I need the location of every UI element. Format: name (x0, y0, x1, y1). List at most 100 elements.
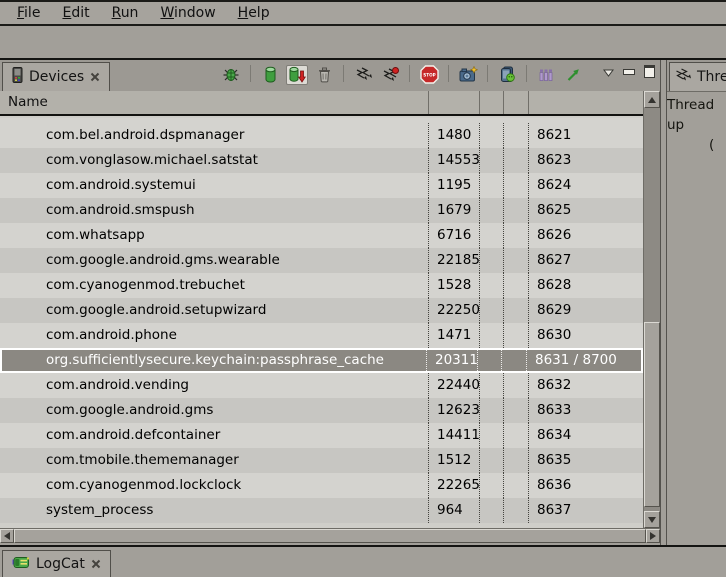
process-name: com.whatsapp (0, 223, 428, 248)
column-header-empty1[interactable] (479, 91, 503, 114)
table-row[interactable]: com.cyanogenmod.trebuchet15288628 (0, 273, 643, 298)
empty-cell (479, 123, 503, 148)
tab-devices[interactable]: Devices (2, 62, 110, 91)
table-row[interactable]: com.google.android.gms.wearable221858627 (0, 248, 643, 273)
logcat-bar: LogCat (0, 545, 726, 577)
vertical-scroll-track[interactable] (644, 108, 660, 511)
process-name: com.bel.android.dspmanager (0, 123, 428, 148)
update-heap-icon[interactable] (259, 65, 281, 85)
screen-capture-camera-icon[interactable] (457, 65, 479, 85)
process-pid: 1195 (428, 173, 479, 198)
empty-cell (479, 323, 503, 348)
process-pid: 6716 (428, 223, 479, 248)
table-row[interactable]: com.bel.android.dspmanager14808621 (0, 123, 643, 148)
empty-cell (503, 323, 528, 348)
menu-file[interactable]: File (6, 5, 51, 21)
empty-cell (503, 473, 528, 498)
toolbar-separator (448, 65, 449, 82)
scroll-right-button[interactable] (646, 529, 660, 543)
table-row[interactable]: com.android.phone14718630 (0, 323, 643, 348)
dump-hprof-icon[interactable] (286, 65, 308, 85)
empty-cell (503, 123, 528, 148)
vertical-scroll-thumb[interactable] (644, 322, 660, 507)
empty-cell (503, 373, 528, 398)
process-port: 8628 (528, 273, 643, 298)
empty-cell (479, 448, 503, 473)
empty-cell (477, 350, 501, 371)
minimize-icon[interactable] (623, 69, 635, 75)
scroll-up-button[interactable] (644, 91, 660, 108)
start-method-profiling-icon[interactable] (379, 65, 401, 85)
maximize-icon[interactable] (644, 65, 655, 78)
close-icon[interactable] (91, 559, 101, 569)
table-row[interactable]: com.android.systemui11958624 (0, 173, 643, 198)
menu-window[interactable]: Window (149, 5, 226, 21)
tab-logcat-label: LogCat (36, 556, 85, 572)
systrace-bars-icon[interactable] (535, 65, 557, 85)
menu-help[interactable]: Help (227, 5, 281, 21)
toolbar-separator (487, 65, 488, 82)
toolbar-separator (250, 65, 251, 82)
process-name: com.cyanogenmod.lockclock (0, 473, 428, 498)
view-window-controls (603, 62, 655, 87)
table-row[interactable]: com.android.defcontainer144118634 (0, 423, 643, 448)
empty-cell (503, 423, 528, 448)
device-phone-icon (12, 67, 23, 87)
close-icon[interactable] (90, 72, 100, 82)
threads-panel: Threa Thread up ( (667, 60, 726, 545)
table-row[interactable]: com.vonglasow.michael.satstat145538623 (0, 148, 643, 173)
process-port: 8636 (528, 473, 643, 498)
empty-cell (479, 198, 503, 223)
update-threads-icon[interactable] (352, 65, 374, 85)
table-row[interactable]: com.google.android.gms126238633 (0, 398, 643, 423)
table-row[interactable]: com.tmobile.thememanager15128635 (0, 448, 643, 473)
table-row[interactable]: com.android.vending224408632 (0, 373, 643, 398)
scroll-left-button[interactable] (0, 529, 14, 543)
empty-cell (503, 273, 528, 298)
tab-logcat[interactable]: LogCat (2, 550, 111, 577)
tab-threads[interactable]: Threa (669, 62, 726, 91)
menubar: FileEditRunWindowHelp (0, 0, 726, 26)
process-port: 8625 (528, 198, 643, 223)
table-row[interactable]: com.whatsapp6716 8626 (0, 223, 643, 248)
right-arrow-icon (650, 532, 656, 540)
table-row[interactable]: org.sufficientlysecure.keychain:passphra… (0, 348, 643, 373)
menu-run[interactable]: Run (101, 5, 150, 21)
horizontal-scroll-thumb[interactable] (14, 529, 646, 543)
left-arrow-icon (4, 532, 10, 540)
horizontal-scrollbar[interactable] (0, 528, 660, 543)
empty-cell (503, 223, 528, 248)
table-row[interactable]: system_process9648637 (0, 498, 643, 523)
device-screen-icon[interactable] (496, 65, 518, 85)
empty-cell (479, 423, 503, 448)
opengl-trace-arrow-icon[interactable] (562, 65, 584, 85)
scroll-down-button[interactable] (644, 511, 660, 528)
stop-process-icon[interactable]: STOP (418, 65, 440, 85)
debug-process-icon[interactable] (220, 65, 242, 85)
column-header-port[interactable] (528, 91, 643, 114)
process-name: com.android.vending (0, 373, 428, 398)
view-menu-chevron-icon[interactable] (603, 62, 614, 81)
vertical-scrollbar[interactable] (643, 91, 660, 528)
table-row[interactable]: com.google.android.setupwizard222508629 (0, 298, 643, 323)
devices-toolbar: STOP (220, 62, 660, 91)
empty-cell (503, 148, 528, 173)
column-header-pid[interactable] (428, 91, 479, 114)
menu-edit[interactable]: Edit (51, 5, 100, 21)
toolbar-separator (526, 65, 527, 82)
devices-tabbar: Devices (0, 60, 660, 92)
tab-threads-label: Threa (697, 69, 726, 85)
process-pid: 22440 (428, 373, 479, 398)
column-header-empty2[interactable] (503, 91, 528, 114)
empty-cell (503, 298, 528, 323)
table-row[interactable]: com.cyanogenmod.lockclock222658636 (0, 473, 643, 498)
table-row[interactable]: com.android.smspush16798625 (0, 198, 643, 223)
cause-gc-trash-icon[interactable] (313, 65, 335, 85)
process-port: 8624 (528, 173, 643, 198)
process-port: 8626 (528, 223, 643, 248)
process-port: 8621 (528, 123, 643, 148)
empty-cell (503, 448, 528, 473)
column-header-name[interactable]: Name (0, 91, 428, 114)
process-name: com.google.android.setupwizard (0, 298, 428, 323)
process-pid: 1528 (428, 273, 479, 298)
